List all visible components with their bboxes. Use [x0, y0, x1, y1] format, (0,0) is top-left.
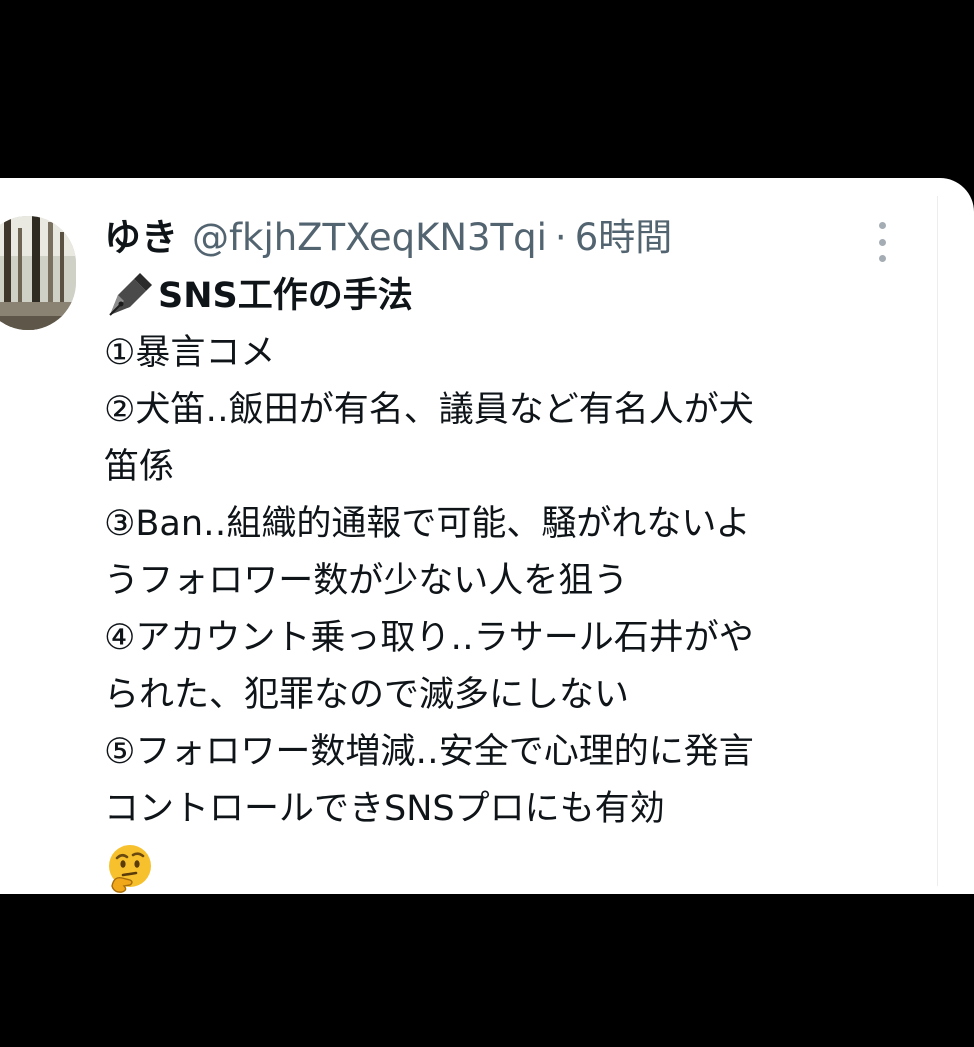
fountain-pen-icon [104, 272, 154, 321]
thinking-face-icon [104, 842, 156, 894]
tweet-line: ④アカウント乗っ取り‥ラサール石井がや [104, 618, 754, 658]
tweet-title-line: SNS工作の手法 [104, 268, 904, 325]
more-dot [878, 238, 886, 246]
screenshot-frame: ゆき @fkjhZTXeqKN3Tqi · 6時間 SNS工作の手法 ①暴言コメ… [0, 0, 974, 1047]
tweet-line: うフォロワー数が少ない人を狙う [104, 561, 629, 601]
tweet-header: ゆき @fkjhZTXeqKN3Tqi · 6時間 [104, 208, 672, 268]
card-border [937, 196, 938, 886]
more-vertical-icon[interactable] [868, 222, 896, 262]
tweet-line: ①暴言コメ [104, 333, 276, 373]
more-dot [878, 255, 886, 262]
emoji-line [104, 838, 904, 894]
tweet-line: 笛係 [104, 447, 175, 487]
tweet-line: られた、犯罪なので滅多にしない [104, 675, 630, 715]
tweet-title: SNS工作の手法 [158, 276, 413, 316]
avatar[interactable] [0, 216, 76, 330]
tweet-timestamp[interactable]: 6時間 [575, 208, 673, 268]
tweet-line: ③Ban‥組織的通報で可能、騒がれないよ [104, 504, 751, 544]
tweet-body: SNS工作の手法 ①暴言コメ ②犬笛‥飯田が有名、議員など有名人が犬 笛係 ③B… [104, 268, 904, 894]
tweet-line: ②犬笛‥飯田が有名、議員など有名人が犬 [104, 390, 754, 430]
display-name[interactable]: ゆき [104, 208, 178, 268]
user-handle[interactable]: @fkjhZTXeqKN3Tqi [192, 208, 547, 268]
tweet-line: コントロールできSNSプロにも有効 [104, 789, 665, 829]
avatar-forest-image [0, 216, 76, 330]
tweet-line: ⑤フォロワー数増減‥安全で心理的に発言 [104, 732, 754, 772]
tweet-card[interactable]: ゆき @fkjhZTXeqKN3Tqi · 6時間 SNS工作の手法 ①暴言コメ… [0, 178, 974, 894]
separator-dot: · [554, 216, 567, 259]
more-dot [878, 222, 886, 229]
